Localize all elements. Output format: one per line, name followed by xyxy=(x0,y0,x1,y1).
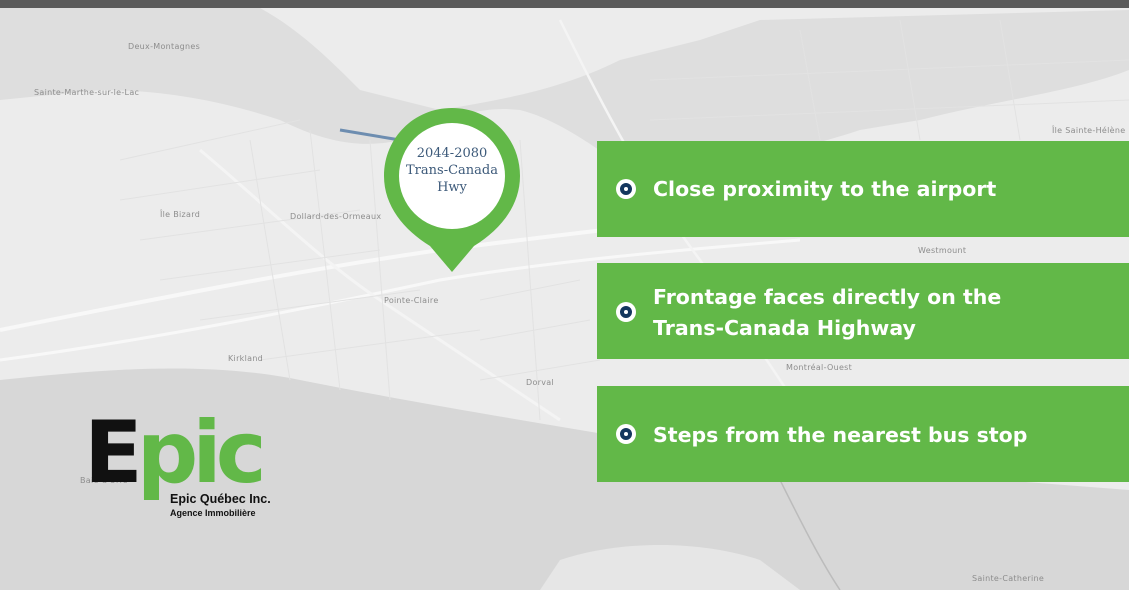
feature-card-airport: Close proximity to the airport xyxy=(597,141,1129,237)
map-label: Sainte-Catherine xyxy=(972,574,1045,583)
bullet-icon xyxy=(616,302,636,322)
map-label: Westmount xyxy=(918,246,967,255)
map-label: Dorval xyxy=(526,378,555,387)
map-label: Deux-Montagnes xyxy=(128,42,201,51)
map-label: Île Bizard xyxy=(160,210,201,219)
feature-card-highway: Frontage faces directly on the Trans-Can… xyxy=(597,263,1129,359)
map-label: Sainte-Marthe-sur-le-Lac xyxy=(34,88,140,97)
pin-address-line-3: Hwy xyxy=(437,180,467,195)
epic-logo[interactable]: Epic Epic Québec Inc. Agence Immobilière xyxy=(84,410,284,522)
map-label: Kirkland xyxy=(228,354,264,363)
pin-address-line-2: Trans-Canada xyxy=(406,163,498,178)
map-label: Montréal-Ouest xyxy=(786,363,853,372)
feature-text: Close proximity to the airport xyxy=(653,177,997,201)
logo-wordmark: Epic xyxy=(84,403,267,503)
bullet-icon xyxy=(616,424,636,444)
feature-text: Frontage faces directly on the Trans-Can… xyxy=(653,285,1002,340)
pin-address-line-1: 2044-2080 xyxy=(416,146,488,161)
logo-company-name: Epic Québec Inc. xyxy=(170,492,271,506)
pin-address: 2044-2080 Trans-Canada Hwy xyxy=(400,145,504,196)
map-label: Pointe-Claire xyxy=(384,296,439,305)
logo-tagline: Agence Immobilière xyxy=(170,508,256,518)
bullet-icon xyxy=(616,179,636,199)
map-label: Dollard-des-Ormeaux xyxy=(290,212,382,221)
feature-card-bus-stop: Steps from the nearest bus stop xyxy=(597,386,1129,482)
map-label: Île Sainte-Hélène xyxy=(1052,126,1126,135)
feature-text: Steps from the nearest bus stop xyxy=(653,423,1028,447)
